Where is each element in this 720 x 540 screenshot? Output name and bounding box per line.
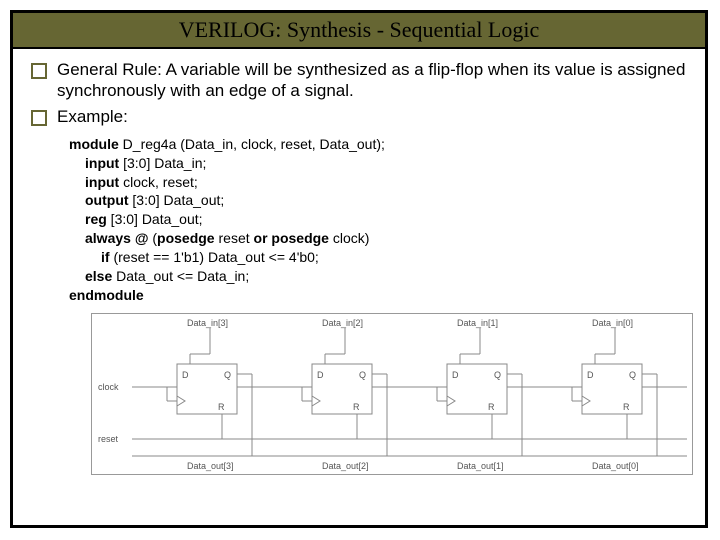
code-line: input [3:0] Data_in; <box>69 154 687 173</box>
bullet-item: Example: <box>31 106 687 127</box>
port-r: R <box>218 402 225 412</box>
code-line: endmodule <box>69 286 687 305</box>
kw-reg: reg <box>85 211 107 227</box>
code-line: else Data_out <= Data_in; <box>69 267 687 286</box>
kw-always: always @ <box>85 230 148 246</box>
title-bar: VERILOG: Synthesis - Sequential Logic <box>13 13 705 49</box>
kw-posedge: posedge <box>271 230 329 246</box>
flipflop-group: Data_in[3] D Q R <box>167 318 657 471</box>
label-dout3: Data_out[3] <box>187 461 234 471</box>
label-reset: reset <box>98 434 119 444</box>
label-din2: Data_in[2] <box>322 318 363 328</box>
code-line: reg [3:0] Data_out; <box>69 210 687 229</box>
code-line: output [3:0] Data_out; <box>69 191 687 210</box>
code-line: if (reset == 1'b1) Data_out <= 4'b0; <box>69 248 687 267</box>
slide-title: VERILOG: Synthesis - Sequential Logic <box>179 17 540 42</box>
label-din0: Data_in[0] <box>592 318 633 328</box>
port-r: R <box>488 402 495 412</box>
slide-body: General Rule: A variable will be synthes… <box>13 49 705 486</box>
code-line: always @ (posedge reset or posedge clock… <box>69 229 687 248</box>
port-d: D <box>182 370 189 380</box>
kw-module: module <box>69 136 119 152</box>
port-d: D <box>317 370 324 380</box>
label-din3: Data_in[3] <box>187 318 228 328</box>
kw-else: else <box>85 268 112 284</box>
code-line: module D_reg4a (Data_in, clock, reset, D… <box>69 135 687 154</box>
bullet-text: Example: <box>57 106 128 127</box>
port-q: Q <box>359 370 366 380</box>
port-d: D <box>587 370 594 380</box>
port-q: Q <box>494 370 501 380</box>
diagram-wrap: clock reset Data_in[3] D <box>91 313 669 480</box>
label-dout1: Data_out[1] <box>457 461 504 471</box>
bullet-text: General Rule: A variable will be synthes… <box>57 59 687 102</box>
label-clock: clock <box>98 382 119 392</box>
kw-posedge: posedge <box>157 230 215 246</box>
code-line: input clock, reset; <box>69 173 687 192</box>
bullet-marker-icon <box>31 63 47 79</box>
bullet-marker-icon <box>31 110 47 126</box>
kw-endmodule: endmodule <box>69 287 144 303</box>
kw-input: input <box>85 174 119 190</box>
code-block: module D_reg4a (Data_in, clock, reset, D… <box>69 135 687 305</box>
kw-output: output <box>85 192 129 208</box>
port-q: Q <box>629 370 636 380</box>
port-q: Q <box>224 370 231 380</box>
kw-if: if <box>101 249 110 265</box>
label-dout0: Data_out[0] <box>592 461 639 471</box>
kw-input: input <box>85 155 119 171</box>
bullet-item: General Rule: A variable will be synthes… <box>31 59 687 102</box>
port-r: R <box>623 402 630 412</box>
port-r: R <box>353 402 360 412</box>
flipflop-diagram: clock reset Data_in[3] D <box>91 313 693 475</box>
label-dout2: Data_out[2] <box>322 461 369 471</box>
slide-frame: VERILOG: Synthesis - Sequential Logic Ge… <box>10 10 708 528</box>
port-d: D <box>452 370 459 380</box>
label-din1: Data_in[1] <box>457 318 498 328</box>
kw-or: or <box>254 230 268 246</box>
